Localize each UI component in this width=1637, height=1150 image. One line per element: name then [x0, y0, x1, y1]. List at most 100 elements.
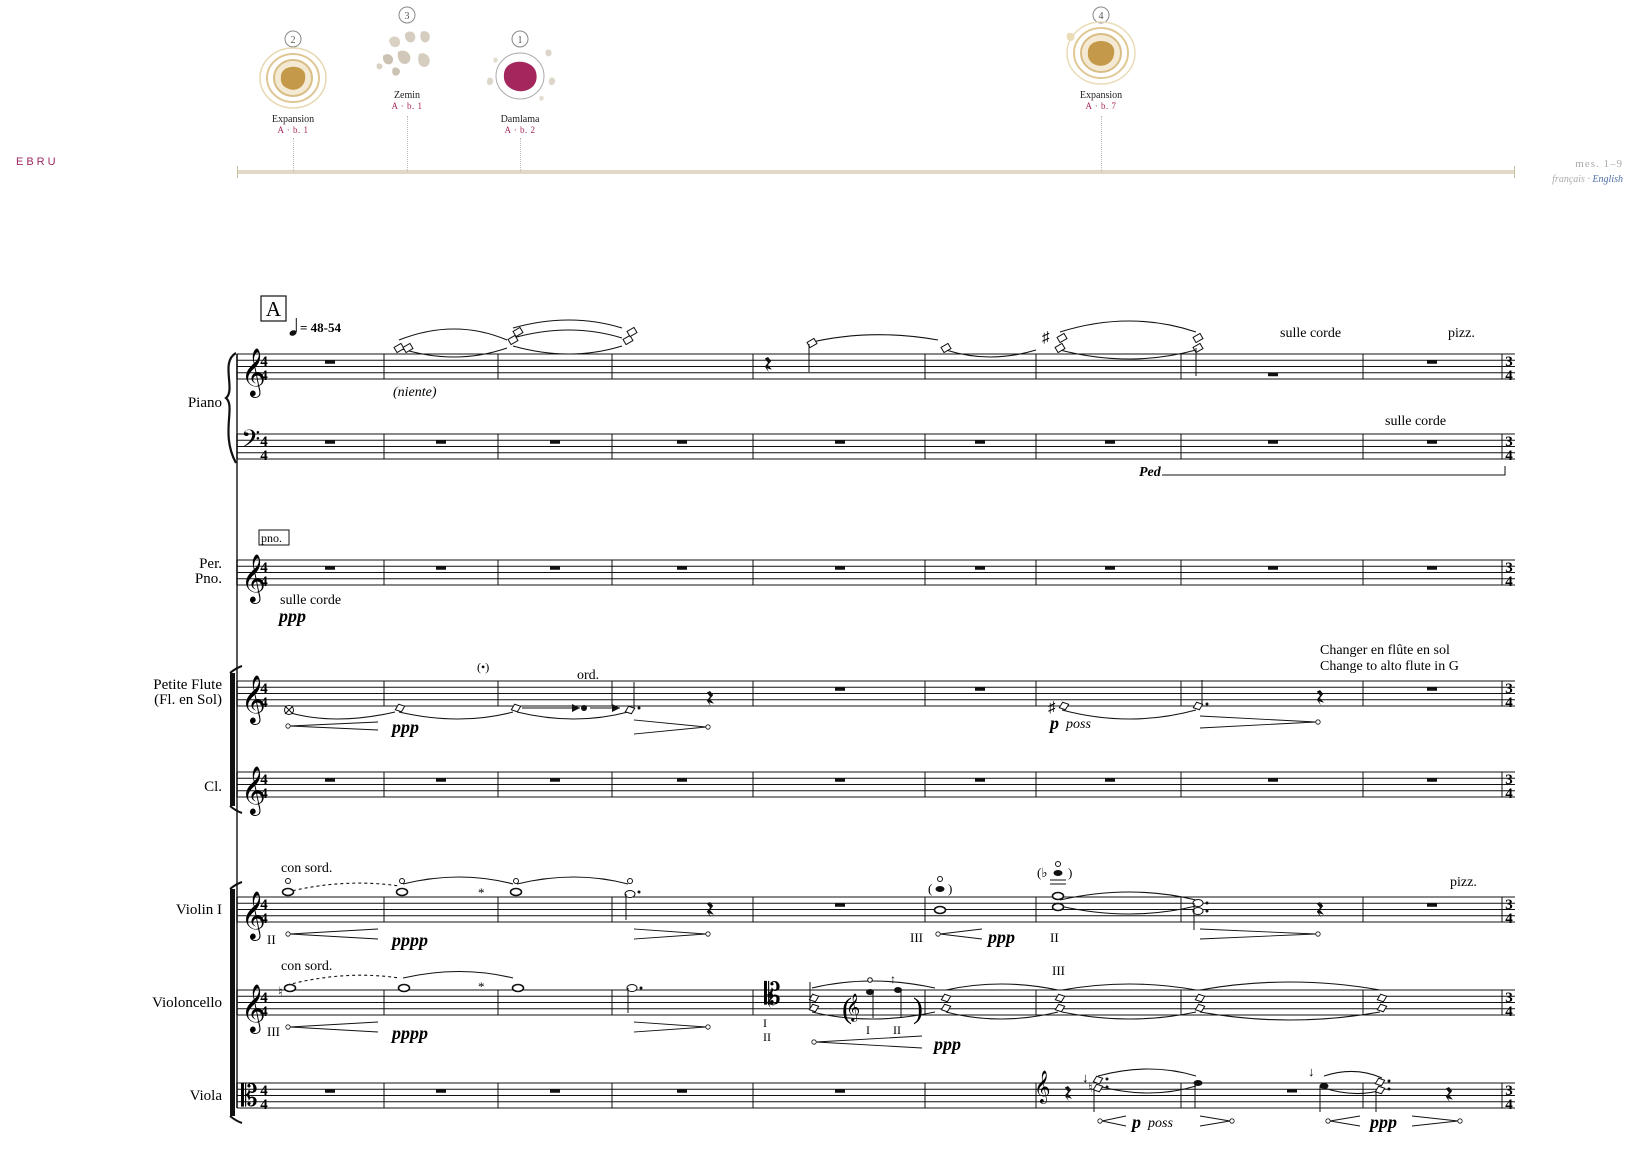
tie — [1199, 1011, 1381, 1021]
whole-rest — [1268, 778, 1278, 782]
tie — [1199, 981, 1381, 991]
hairpin-dim — [633, 928, 707, 940]
time-signature: 4 — [1505, 1004, 1513, 1020]
strings-bracket — [230, 889, 235, 1116]
whole-rest — [1105, 440, 1115, 444]
string-number: III — [267, 1024, 280, 1039]
time-signature: 4 — [1505, 911, 1513, 927]
string-number: II — [763, 1030, 771, 1044]
dynamic-pppp: pppp — [390, 1023, 428, 1043]
whole-rest — [436, 566, 446, 570]
whole-rest — [325, 1089, 335, 1093]
whole-rest — [1105, 778, 1115, 782]
hairpin-dim — [633, 719, 707, 735]
tie — [512, 345, 623, 355]
svg-text:): ) — [1068, 865, 1072, 880]
dynamic-p: p — [1130, 1112, 1141, 1132]
whole-note — [933, 905, 947, 915]
con-sord-text: con sord. — [281, 959, 332, 974]
whole-note — [511, 983, 525, 993]
whole-note — [281, 887, 295, 897]
hairpin-cresc — [289, 721, 379, 731]
tie — [945, 983, 1059, 991]
whole-rest — [835, 440, 845, 444]
hairpin-dim — [1199, 928, 1317, 940]
whole-rest — [835, 903, 845, 907]
quarter-rest — [1316, 690, 1324, 706]
sulle-corde-text: sulle corde — [1385, 414, 1446, 429]
tie — [1097, 1068, 1197, 1077]
whole-rest — [975, 778, 985, 782]
harmonic-note — [1056, 332, 1068, 344]
string-number: III — [1052, 963, 1065, 978]
harmonic-note — [1192, 342, 1204, 354]
slur-dashed — [286, 882, 400, 893]
alto-clef-icon: 𝄡 — [241, 1079, 258, 1114]
whole-rest — [1427, 440, 1437, 444]
tie — [807, 334, 939, 344]
alto-clef-icon: 𝄡 — [764, 977, 781, 1012]
time-signature: 4 — [260, 448, 268, 464]
whole-rest — [436, 440, 446, 444]
tie — [398, 347, 508, 358]
dynamic-ppp: ppp — [932, 1034, 961, 1054]
whole-rest — [1427, 360, 1437, 364]
whole-rest — [1427, 566, 1437, 570]
tie — [1059, 320, 1197, 333]
score-page: 𝄞4434𝄢 4434𝄞4434𝄞4434𝄞4434𝄞4434𝄞4434𝄡 4434… — [152, 295, 1515, 1132]
bracket-hook — [229, 881, 243, 890]
time-signature: 4 — [260, 695, 268, 711]
time-signature: 4 — [1505, 368, 1513, 384]
hairpin-dim — [1411, 1115, 1459, 1127]
label-clarinet: Cl. — [204, 779, 222, 795]
label-pno: Pno. — [195, 571, 222, 587]
svg-text:♮: ♮ — [1088, 1080, 1093, 1095]
whole-rest — [1105, 566, 1115, 570]
piano-brace — [224, 352, 237, 464]
label-flute-en-sol: (Fl. en Sol) — [154, 692, 222, 708]
time-signature: 4 — [260, 1004, 268, 1020]
svg-text:*: * — [478, 885, 485, 900]
whole-rest — [677, 440, 687, 444]
whole-rest — [975, 566, 985, 570]
notes: ♯ ♯ * ( ) (♭ ) ♮ * () ↑ ↓ ♮ ↓ — [278, 326, 1391, 1112]
tie — [1323, 1070, 1383, 1079]
whole-rest — [1427, 903, 1437, 907]
whole-note — [395, 887, 409, 897]
pizz-text: pizz. — [1450, 875, 1477, 890]
string-number: II — [1050, 930, 1059, 945]
whole-rest — [835, 566, 845, 570]
whole-note — [509, 887, 523, 897]
whole-rest — [436, 778, 446, 782]
harmonic-circle — [285, 878, 291, 884]
whole-rest — [325, 360, 335, 364]
dynamic-p: p — [1048, 713, 1059, 733]
pedal-line — [1162, 466, 1506, 476]
tie — [398, 328, 508, 341]
tie — [286, 711, 396, 720]
label-cello: Violoncello — [152, 995, 222, 1011]
whole-rest — [677, 566, 687, 570]
time-signature: 4 — [260, 911, 268, 927]
poss-text: poss — [1147, 1116, 1173, 1131]
dynamic-ppp: ppp — [390, 717, 419, 737]
harmonic-note — [1192, 332, 1204, 344]
time-signature: 4 — [260, 786, 268, 802]
whole-note — [1051, 902, 1065, 912]
svg-text:↓: ↓ — [1308, 1064, 1315, 1079]
whole-rest — [1268, 372, 1278, 377]
tie — [1059, 891, 1197, 901]
dynamic-ppp: ppp — [1368, 1112, 1397, 1132]
slur — [811, 980, 936, 989]
whole-note — [397, 983, 411, 993]
string-number: II — [893, 1023, 901, 1037]
label-viola: Viola — [190, 1088, 223, 1104]
hairpin-dim — [1199, 1115, 1231, 1127]
label-piano: Piano — [188, 395, 222, 411]
svg-text:↑: ↑ — [890, 972, 896, 986]
poss-text: poss — [1065, 717, 1091, 732]
whole-rest — [1427, 778, 1437, 782]
string-number: I — [866, 1023, 870, 1037]
bracket-hook — [229, 665, 243, 674]
tie — [402, 876, 514, 885]
